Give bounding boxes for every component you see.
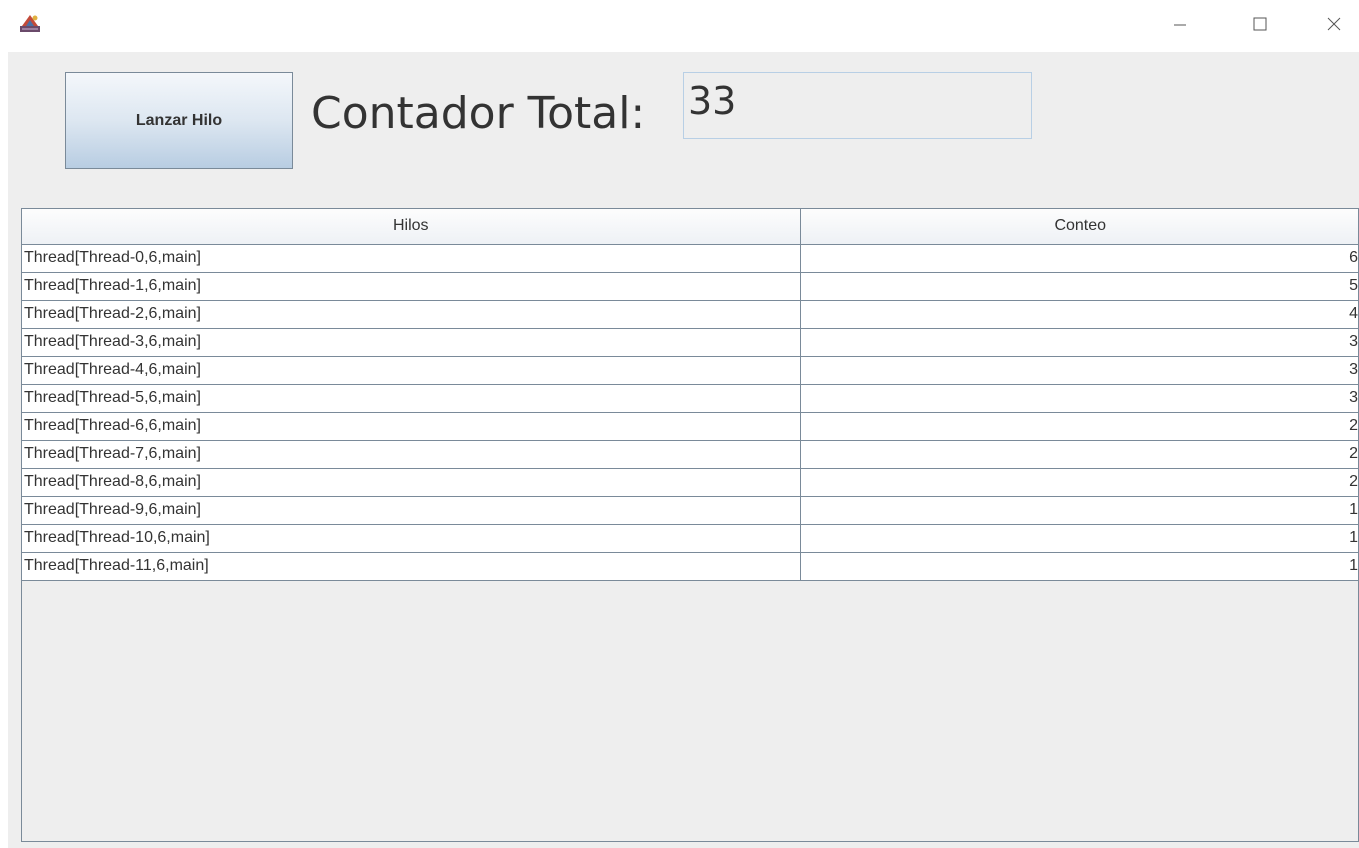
java-app-icon <box>19 12 41 34</box>
table-row[interactable]: Thread[Thread-11,6,main] 1 <box>22 552 1358 581</box>
thread-name-cell[interactable]: Thread[Thread-4,6,main] <box>22 356 801 385</box>
thread-count-cell[interactable]: 5 <box>800 272 1358 301</box>
thread-name-cell[interactable]: Thread[Thread-9,6,main] <box>22 496 801 525</box>
thread-count-cell[interactable]: 2 <box>800 468 1358 497</box>
thread-name-cell[interactable]: Thread[Thread-0,6,main] <box>22 244 801 273</box>
counter-total-field[interactable]: 33 <box>683 72 1032 139</box>
thread-count-cell[interactable]: 1 <box>800 524 1358 553</box>
table-row[interactable]: Thread[Thread-8,6,main] 2 <box>22 468 1358 497</box>
threads-table[interactable]: Hilos Conteo Thread[Thread-0,6,main] 6 Thr… <box>21 208 1359 842</box>
maximize-button[interactable] <box>1240 8 1280 44</box>
thread-name-cell[interactable]: Thread[Thread-10,6,main] <box>22 524 801 553</box>
maximize-icon <box>1252 16 1268 37</box>
thread-name-cell[interactable]: Thread[Thread-1,6,main] <box>22 272 801 301</box>
table-row[interactable]: Thread[Thread-0,6,main] 6 <box>22 244 1358 273</box>
launch-thread-button[interactable]: Lanzar Hilo <box>65 72 293 169</box>
table-row[interactable]: Thread[Thread-3,6,main] 3 <box>22 328 1358 357</box>
table-row[interactable]: Thread[Thread-1,6,main] 5 <box>22 272 1358 301</box>
thread-count-cell[interactable]: 2 <box>800 412 1358 441</box>
thread-name-cell[interactable]: Thread[Thread-8,6,main] <box>22 468 801 497</box>
thread-name-cell[interactable]: Thread[Thread-3,6,main] <box>22 328 801 357</box>
column-header-conteo[interactable]: Conteo <box>800 209 1358 245</box>
thread-name-cell[interactable]: Thread[Thread-7,6,main] <box>22 440 801 469</box>
table-row[interactable]: Thread[Thread-4,6,main] 3 <box>22 356 1358 385</box>
table-row[interactable]: Thread[Thread-5,6,main] 3 <box>22 384 1358 413</box>
table-row[interactable]: Thread[Thread-2,6,main] 4 <box>22 300 1358 329</box>
minimize-icon <box>1172 16 1188 37</box>
thread-name-cell[interactable]: Thread[Thread-2,6,main] <box>22 300 801 329</box>
close-button[interactable] <box>1314 8 1354 44</box>
thread-count-cell[interactable]: 3 <box>800 384 1358 413</box>
thread-count-cell[interactable]: 6 <box>800 244 1358 273</box>
table-row[interactable]: Thread[Thread-10,6,main] 1 <box>22 524 1358 553</box>
thread-count-cell[interactable]: 4 <box>800 300 1358 329</box>
title-bar[interactable] <box>0 0 1359 52</box>
thread-name-cell[interactable]: Thread[Thread-6,6,main] <box>22 412 801 441</box>
thread-name-cell[interactable]: Thread[Thread-5,6,main] <box>22 384 801 413</box>
thread-count-cell[interactable]: 3 <box>800 356 1358 385</box>
column-header-hilos[interactable]: Hilos <box>22 209 801 245</box>
close-icon <box>1326 16 1342 37</box>
thread-count-cell[interactable]: 1 <box>800 552 1358 581</box>
table-row[interactable]: Thread[Thread-6,6,main] 2 <box>22 412 1358 441</box>
table-row[interactable]: Thread[Thread-9,6,main] 1 <box>22 496 1358 525</box>
thread-count-cell[interactable]: 1 <box>800 496 1358 525</box>
thread-name-cell[interactable]: Thread[Thread-11,6,main] <box>22 552 801 581</box>
thread-count-cell[interactable]: 3 <box>800 328 1358 357</box>
counter-label: Contador Total: <box>311 88 646 139</box>
table-header-row: Hilos Conteo <box>22 209 1358 245</box>
minimize-button[interactable] <box>1160 8 1200 44</box>
app-window: Lanzar Hilo Contador Total: 33 Hilos Con… <box>0 0 1359 848</box>
thread-count-cell[interactable]: 2 <box>800 440 1358 469</box>
content-pane: Lanzar Hilo Contador Total: 33 Hilos Con… <box>8 52 1359 848</box>
table-row[interactable]: Thread[Thread-7,6,main] 2 <box>22 440 1358 469</box>
